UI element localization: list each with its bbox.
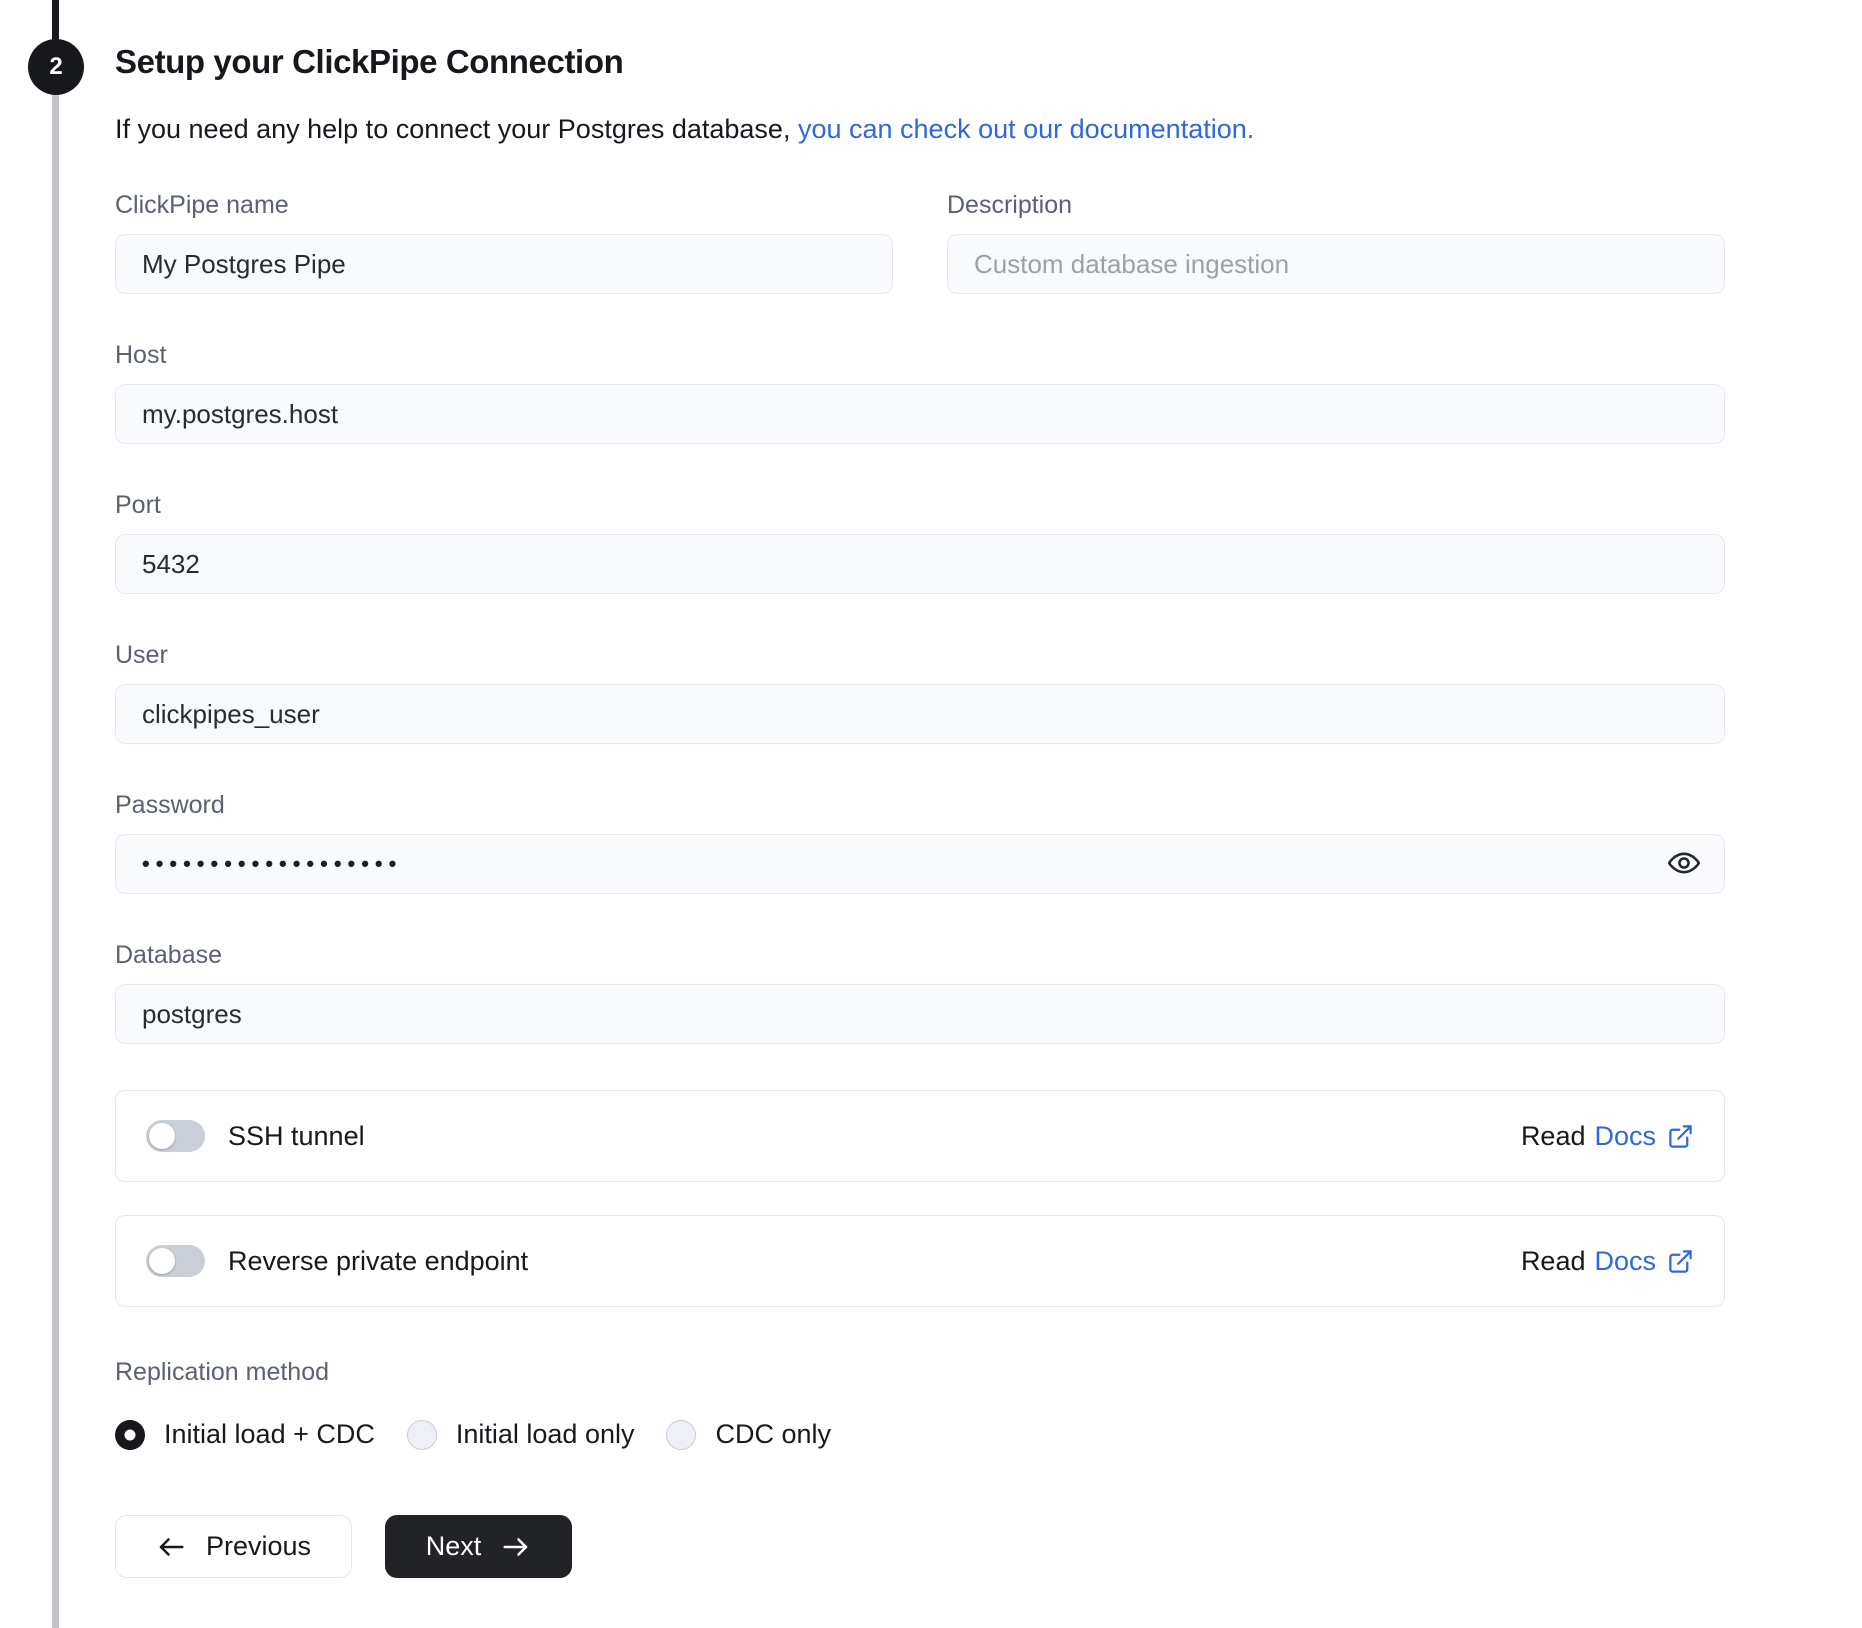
previous-button[interactable]: Previous (115, 1515, 352, 1578)
radio-label: Initial load only (455, 1419, 635, 1449)
user-input[interactable] (115, 684, 1725, 744)
clickpipe-name-input[interactable] (115, 234, 893, 294)
host-label: Host (115, 341, 167, 369)
radio-label: Initial load + CDC (164, 1419, 375, 1449)
help-text-plain: If you need any help to connect your Pos… (115, 114, 791, 144)
ssh-tunnel-docs: Read Docs (1521, 1121, 1694, 1152)
next-button[interactable]: Next (385, 1515, 572, 1578)
read-text: Read (1520, 1120, 1586, 1151)
wizard-actions: Previous Next (115, 1515, 1725, 1578)
description-input[interactable] (947, 234, 1725, 294)
clickpipe-name-label: ClickPipe name (115, 191, 289, 219)
name-description-row: ClickPipe name Description (115, 190, 1725, 294)
replication-method-label: Replication method (115, 1358, 330, 1386)
external-link-icon (1667, 1123, 1694, 1150)
radio-label: CDC only (715, 1419, 832, 1449)
docs-link-text: Docs (1594, 1120, 1656, 1151)
previous-button-label: Previous (205, 1531, 312, 1561)
rpe-docs: Read Docs (1521, 1246, 1694, 1277)
documentation-link[interactable]: you can check out our documentation. (798, 114, 1254, 144)
replication-method-options: Initial load + CDC Initial load only CDC… (115, 1419, 1725, 1450)
rpe-docs-link[interactable]: Docs (1594, 1246, 1694, 1277)
port-group: Port (115, 490, 1725, 594)
radio-unselected-icon (666, 1419, 697, 1450)
eye-icon (1667, 846, 1701, 883)
external-link-icon (1667, 1248, 1694, 1275)
clickpipe-setup-page: 2 Setup your ClickPipe Connection If you… (0, 0, 1862, 1628)
ssh-tunnel-label: SSH tunnel (228, 1120, 365, 1151)
ssh-docs-link[interactable]: Docs (1594, 1121, 1694, 1152)
connection-form: ClickPipe name Description Host Port Use… (115, 190, 1725, 1578)
database-label: Database (115, 941, 223, 969)
radio-unselected-icon (406, 1419, 437, 1450)
password-group: Password (115, 790, 1725, 894)
description-label: Description (947, 191, 1073, 219)
step-content: Setup your ClickPipe Connection If you n… (115, 42, 1725, 1578)
ssh-tunnel-left: SSH tunnel (146, 1120, 365, 1152)
user-group: User (115, 640, 1725, 744)
rpe-left: Reverse private endpoint (146, 1245, 528, 1277)
show-password-button[interactable] (1665, 845, 1703, 883)
arrow-left-icon (156, 1532, 186, 1562)
ssh-tunnel-toggle[interactable] (146, 1120, 205, 1152)
docs-link-text: Docs (1594, 1245, 1656, 1276)
reverse-private-endpoint-label: Reverse private endpoint (228, 1245, 529, 1276)
stepper-rail-done (52, 0, 59, 40)
port-input[interactable] (115, 534, 1725, 594)
database-group: Database (115, 940, 1725, 1044)
step-number-badge: 2 (28, 39, 84, 95)
stepper-rail-upcoming (52, 95, 59, 1628)
radio-initial-load-cdc[interactable]: Initial load + CDC (115, 1419, 375, 1450)
password-input-wrap (115, 834, 1725, 894)
host-input[interactable] (115, 384, 1725, 444)
port-label: Port (115, 491, 161, 519)
radio-cdc-only[interactable]: CDC only (666, 1419, 831, 1450)
host-group: Host (115, 340, 1725, 444)
radio-selected-icon (115, 1419, 145, 1450)
reverse-private-endpoint-card: Reverse private endpoint Read Docs (115, 1215, 1725, 1307)
description-group: Description (947, 190, 1725, 294)
reverse-private-endpoint-toggle[interactable] (146, 1245, 205, 1277)
toggle-knob (149, 1123, 175, 1149)
radio-initial-load-only[interactable]: Initial load only (406, 1419, 635, 1450)
next-button-label: Next (425, 1531, 482, 1561)
step-number: 2 (49, 53, 63, 80)
database-input[interactable] (115, 984, 1725, 1044)
arrow-right-icon (501, 1532, 531, 1562)
user-label: User (115, 641, 168, 669)
password-input[interactable] (115, 834, 1725, 894)
ssh-tunnel-card: SSH tunnel Read Docs (115, 1090, 1725, 1182)
toggle-knob (149, 1248, 175, 1274)
read-text: Read (1520, 1245, 1586, 1276)
page-title: Setup your ClickPipe Connection (115, 43, 624, 80)
password-label: Password (115, 791, 225, 819)
help-text: If you need any help to connect your Pos… (115, 112, 1725, 146)
clickpipe-name-group: ClickPipe name (115, 190, 893, 294)
